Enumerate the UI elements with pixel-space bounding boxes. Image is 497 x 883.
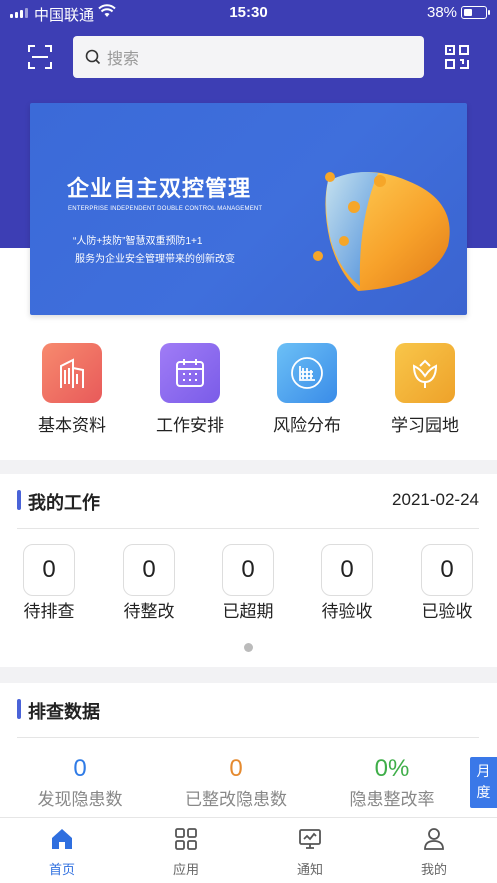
stat-value: 0 [73,755,87,782]
tab-mine[interactable]: 我的 [394,827,474,878]
quick-item-risk[interactable]: 风险分布 [257,343,357,436]
banner-line-1: “人防+技防”智慧双重预防1+1 [73,236,203,247]
tab-label: 我的 [420,862,447,877]
tab-home[interactable]: 首页 [22,827,102,878]
tab-label: 首页 [48,862,75,877]
work-count: 0 [123,544,175,596]
section-title: 排查数据 [28,702,100,722]
flower-icon [395,343,455,403]
banner-title: 企业自主双控管理 [67,176,252,201]
search-input[interactable]: 搜索 [73,36,424,78]
app-screen: 中国联通 15:30 38% 搜索 企业自主双控管理 ENTERPRISE IN… [0,0,497,883]
quick-item-label: 风险分布 [273,416,341,435]
tab-label: 应用 [172,862,199,877]
stat-value: 0% [374,755,410,782]
my-work-header: 我的工作 2021-02-24 [0,474,497,528]
tab-label: 通知 [296,862,323,877]
risk-grid-icon [277,343,337,403]
quick-item-label: 基本资料 [38,416,106,435]
period-tab-monthly[interactable]: 月度 [470,757,497,808]
quick-item-label: 工作安排 [156,416,224,435]
page-indicator-dot[interactable] [244,643,253,652]
work-date: 2021-02-24 [392,490,479,509]
monitor-icon [299,829,321,849]
stat-value: 0 [229,755,243,782]
banner-line-2: 服务为企业安全管理带来的创新改变 [75,254,235,265]
promo-banner[interactable]: 企业自主双控管理 ENTERPRISE INDEPENDENT DOUBLE C… [30,103,467,315]
calendar-icon [160,343,220,403]
my-work-card: 我的工作 2021-02-24 0 待排查 0 待整改 0 已超期 0 待验收 … [0,474,497,667]
divider [17,737,479,738]
work-label: 已验收 [421,602,473,621]
work-count: 0 [421,544,473,596]
scan-icon[interactable] [27,44,53,70]
clock: 15:30 [229,4,268,21]
tab-notifications[interactable]: 通知 [270,827,350,878]
work-item-accepted[interactable]: 0 已验收 [407,544,487,622]
quick-item-learning[interactable]: 学习园地 [375,343,475,436]
section-title: 我的工作 [28,493,100,513]
battery-percent: 38% [427,4,458,21]
apps-grid-icon [175,828,197,850]
search-icon [85,49,101,65]
quick-item-schedule[interactable]: 工作安排 [140,343,240,436]
search-placeholder: 搜索 [107,51,140,68]
stat-label: 已整改隐患数 [185,790,287,809]
home-icon [52,829,72,849]
stat-label: 发现隐患数 [37,790,123,809]
stat-label: 隐患整改率 [349,790,435,809]
stat-found-hazards[interactable]: 0 发现隐患数 [0,755,160,810]
building-icon [42,343,102,403]
qr-code-icon[interactable] [444,44,470,70]
quick-item-basic-info[interactable]: 基本资料 [22,343,122,436]
quick-item-label: 学习园地 [391,416,459,435]
work-item-pending-accept[interactable]: 0 待验收 [307,544,387,622]
work-count: 0 [222,544,274,596]
work-item-pending-check[interactable]: 0 待排查 [9,544,89,622]
work-label: 已超期 [222,602,274,621]
work-label: 待整改 [123,602,175,621]
tab-apps[interactable]: 应用 [146,827,226,878]
bottom-tab-bar: 首页 应用 通知 我的 [0,817,497,883]
divider [17,528,479,529]
work-item-overdue[interactable]: 0 已超期 [208,544,288,622]
work-label: 待验收 [321,602,373,621]
check-data-card: 排查数据 0 发现隐患数 0 已整改隐患数 0% 隐患整改率 [0,683,497,823]
work-item-pending-fix[interactable]: 0 待整改 [109,544,189,622]
stat-fixed-hazards[interactable]: 0 已整改隐患数 [156,755,316,810]
section-accent-bar [17,699,21,719]
stat-fix-rate[interactable]: 0% 隐患整改率 [312,755,472,810]
work-count: 0 [321,544,373,596]
check-data-header: 排查数据 [0,683,497,737]
user-icon [424,828,444,850]
section-accent-bar [17,490,21,510]
work-label: 待排查 [23,602,75,621]
banner-subtitle: ENTERPRISE INDEPENDENT DOUBLE CONTROL MA… [68,206,263,212]
work-count: 0 [23,544,75,596]
battery-icon [461,6,490,19]
status-bar: 中国联通 15:30 38% [0,0,497,26]
quick-menu: 基本资料 工作安排 风险分布 学习园地 [0,343,497,443]
shield-illustration [313,172,450,291]
